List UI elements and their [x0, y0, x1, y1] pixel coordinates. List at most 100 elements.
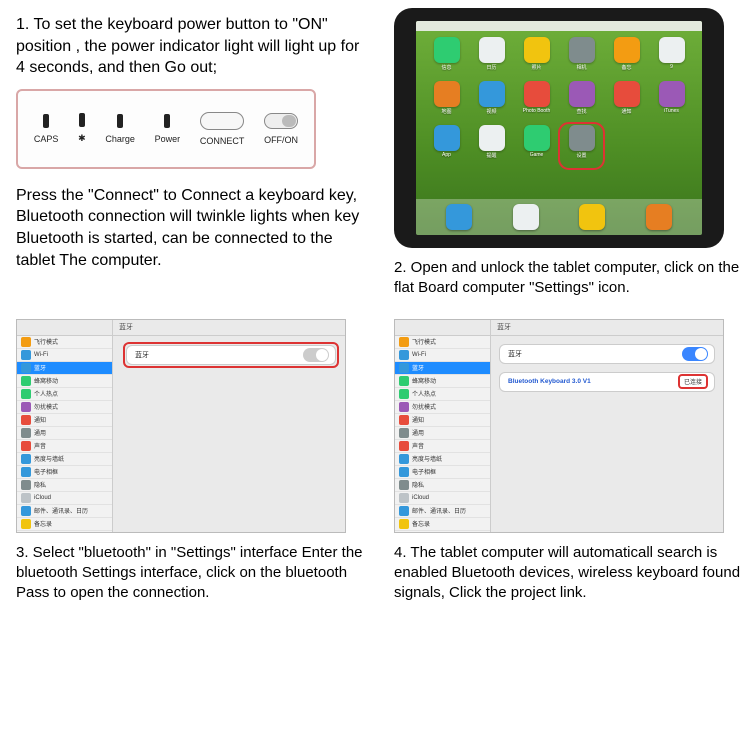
sidebar-item[interactable]: 隐私 [395, 479, 490, 492]
sidebar-item-label: 电子相框 [412, 467, 436, 476]
bluetooth-toggle-on[interactable] [682, 347, 708, 361]
sidebar-item-label: 亮度与墙纸 [412, 454, 442, 463]
tablet-frame: 信息日历照片相机备忘9 地图视频Photo Booth查找通知iTunes App提… [394, 8, 724, 248]
sidebar-item[interactable]: Wi-Fi [17, 349, 112, 362]
bluetooth-toggle-off[interactable] [303, 348, 329, 362]
sidebar-item[interactable]: 备忘录 [17, 518, 112, 531]
sidebar-item-label: 蓝牙 [34, 363, 46, 372]
settings-app-icon[interactable]: 设置 [561, 125, 602, 167]
sidebar-item[interactable]: 邮件、通讯录、日历 [395, 505, 490, 518]
sidebar-item[interactable]: 个人热点 [17, 388, 112, 401]
step1-body: Press the "Connect" to Connect a keyboar… [16, 185, 364, 271]
panel-title: 蓝牙 [113, 320, 345, 336]
sidebar-item[interactable]: 电子相框 [17, 466, 112, 479]
app-icon[interactable]: 视频 [471, 81, 512, 123]
sidebar-item[interactable]: 通知 [17, 414, 112, 427]
sidebar-item[interactable]: Wi-Fi [395, 349, 490, 362]
sidebar-item[interactable]: 蜂窝移动 [395, 375, 490, 388]
bluetooth-toggle-row[interactable]: 蓝牙 [126, 345, 336, 365]
sidebar-item[interactable]: 个人热点 [395, 388, 490, 401]
app-icon[interactable]: 提醒 [471, 125, 512, 167]
step4-caption: 4. The tablet computer will automaticall… [394, 543, 742, 604]
sidebar-item-label: 勿扰模式 [412, 402, 436, 411]
sidebar-item-label: 个人热点 [34, 389, 58, 398]
home-screen[interactable]: 信息日历照片相机备忘9 地图视频Photo Booth查找通知iTunes App提… [416, 31, 702, 199]
charge-led: Charge [105, 114, 135, 144]
app-icon[interactable]: 日历 [471, 37, 512, 79]
connect-button[interactable]: CONNECT [200, 112, 245, 146]
sidebar-item-label: 邮件、通讯录、日历 [412, 506, 466, 515]
sidebar-item-label: 飞行模式 [412, 337, 436, 346]
app-icon [606, 125, 647, 167]
sidebar-item[interactable]: iCloud [17, 492, 112, 505]
bluetooth-label: 蓝牙 [508, 349, 522, 359]
step-2: 信息日历照片相机备忘9 地图视频Photo Booth查找通知iTunes App提… [394, 8, 742, 299]
dock-app-icon[interactable] [446, 204, 472, 230]
app-icon[interactable]: 信息 [426, 37, 467, 79]
sidebar-item[interactable]: 飞行模式 [17, 336, 112, 349]
app-icon[interactable]: 9 [651, 37, 692, 79]
sidebar-item-label: 蓝牙 [412, 363, 424, 372]
app-icon[interactable]: 备忘 [606, 37, 647, 79]
sidebar-item-label: 个人热点 [412, 389, 436, 398]
dock-app-icon[interactable] [646, 204, 672, 230]
device-row[interactable]: Bluetooth Keyboard 3.0 V1 已连接 [499, 372, 715, 392]
dock-app-icon[interactable] [513, 204, 539, 230]
app-icon[interactable]: 相机 [561, 37, 602, 79]
sidebar-item-label: 通知 [34, 415, 46, 424]
bluetooth-toggle-row[interactable]: 蓝牙 [499, 344, 715, 364]
app-icon[interactable]: App [426, 125, 467, 167]
app-icon[interactable]: Game [516, 125, 557, 167]
sidebar-item-label: 飞行模式 [34, 337, 58, 346]
sidebar-item-label: 备忘录 [412, 519, 430, 528]
sidebar-item-label: 隐私 [412, 480, 424, 489]
sidebar-item-label: 通用 [412, 428, 424, 437]
sidebar-item-label: 声音 [34, 441, 46, 450]
sidebar-item[interactable]: 亮度与墙纸 [395, 453, 490, 466]
app-icon[interactable]: 地图 [426, 81, 467, 123]
settings-sidebar[interactable]: 飞行模式 Wi-Fi蓝牙蜂窝移动个人热点勿扰模式通知通用声音亮度与墙纸电子相框隐私… [17, 320, 113, 532]
app-icon [651, 125, 692, 167]
sidebar-item[interactable]: 声音 [395, 440, 490, 453]
sidebar-item-label: 蜂窝移动 [34, 376, 58, 385]
sidebar-item[interactable]: 蓝牙 [17, 362, 112, 375]
sidebar-item[interactable]: 通用 [395, 427, 490, 440]
sidebar-item-label: 亮度与墙纸 [34, 454, 64, 463]
app-icon[interactable]: Photo Booth [516, 81, 557, 123]
sidebar-item[interactable]: 隐私 [17, 479, 112, 492]
sidebar-item[interactable]: iCloud [395, 492, 490, 505]
settings-right-panel: 蓝牙 蓝牙 [113, 320, 345, 532]
dock[interactable] [416, 199, 702, 235]
sidebar-item[interactable]: 声音 [17, 440, 112, 453]
app-icon[interactable]: iTunes [651, 81, 692, 123]
sidebar-item[interactable]: 飞行模式 [395, 336, 490, 349]
sidebar-item[interactable]: 亮度与墙纸 [17, 453, 112, 466]
sidebar-item[interactable]: 邮件、通讯录、日历 [17, 505, 112, 518]
power-switch[interactable]: OFF/ON [264, 113, 298, 145]
app-icon[interactable]: 查找 [561, 81, 602, 123]
sidebar-item[interactable]: 电子相框 [395, 466, 490, 479]
sidebar-item[interactable]: 通知 [395, 414, 490, 427]
sidebar-item[interactable]: 蓝牙 [395, 362, 490, 375]
sidebar-item[interactable]: 蜂窝移动 [17, 375, 112, 388]
sidebar-item-label: iCloud [412, 495, 429, 501]
status-bar [416, 21, 702, 31]
power-led: Power [155, 114, 181, 144]
app-icon[interactable]: 照片 [516, 37, 557, 79]
sidebar-item-label: 通知 [412, 415, 424, 424]
dock-app-icon[interactable] [579, 204, 605, 230]
sidebar-item[interactable]: 备忘录 [395, 518, 490, 531]
step-3: 飞行模式Wi-Fi蓝牙蜂窝移动个人热点勿扰模式通知通用声音亮度与墙纸电子相框隐私… [16, 319, 364, 604]
step2-caption: 2. Open and unlock the tablet computer, … [394, 258, 742, 299]
settings-sidebar[interactable]: 飞行模式 Wi-Fi 蓝牙蜂窝移动个人热点勿扰模式通知通用声音亮度与墙纸电子相框隐私… [395, 320, 491, 532]
keyboard-indicator-panel: CAPS ✱ Charge Power CONNECT OFF/ON [16, 89, 316, 169]
sidebar-item[interactable]: 勿扰模式 [395, 401, 490, 414]
settings-screenshot-4: 飞行模式 Wi-Fi 蓝牙蜂窝移动个人热点勿扰模式通知通用声音亮度与墙纸电子相框隐私… [394, 319, 724, 533]
sidebar-item[interactable]: 通用 [17, 427, 112, 440]
sidebar-item[interactable]: 勿扰模式 [17, 401, 112, 414]
sidebar-item-label: 隐私 [34, 480, 46, 489]
app-icon[interactable]: 通知 [606, 81, 647, 123]
caps-led: CAPS [34, 114, 59, 144]
sidebar-item-label: Wi-Fi [412, 352, 426, 358]
settings-screenshot-3: 飞行模式Wi-Fi蓝牙蜂窝移动个人热点勿扰模式通知通用声音亮度与墙纸电子相框隐私… [16, 319, 346, 533]
